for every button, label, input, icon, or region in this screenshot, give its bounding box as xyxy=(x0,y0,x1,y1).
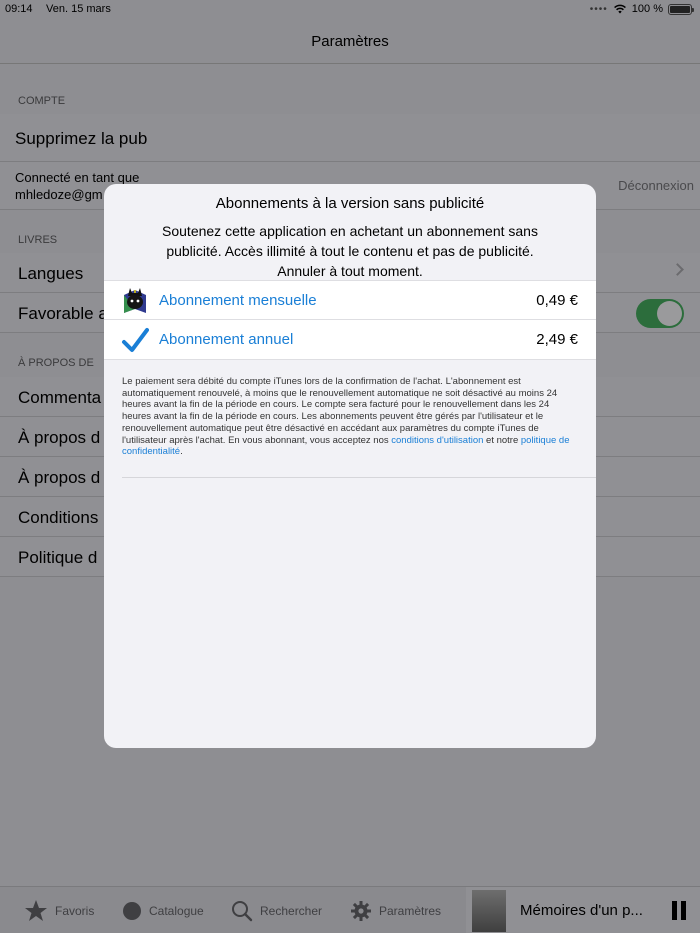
now-playing-bar[interactable]: Mémoires d'un p... xyxy=(466,887,700,933)
circle-icon xyxy=(123,901,141,920)
plan-annual-price: 2,49 € xyxy=(536,331,578,348)
wifi-icon xyxy=(613,4,626,14)
conditions-label: Conditions xyxy=(18,508,99,527)
connected-as-label: Connecté en tant que xyxy=(15,170,140,185)
section-header-compte: COMPTE xyxy=(18,95,66,107)
remove-ads-row[interactable]: Supprimez la pub xyxy=(0,114,700,162)
status-time: 09:14 xyxy=(5,3,33,15)
status-bar: 09:14 Ven. 15 mars •••• 100 % xyxy=(0,0,700,20)
book-cover-thumbnail xyxy=(472,890,506,932)
politique-label: Politique d xyxy=(18,548,98,567)
logout-button[interactable]: Déconnexion xyxy=(618,178,694,193)
legal-text: Le paiement sera débité du compte iTunes… xyxy=(122,376,574,458)
about-label-1: À propos d xyxy=(18,428,101,447)
tab-rechercher[interactable]: Rechercher xyxy=(231,887,322,933)
app-logo-icon xyxy=(124,288,146,313)
tab-parametres[interactable]: Paramètres xyxy=(350,887,441,933)
tab-rechercher-label: Rechercher xyxy=(260,903,323,918)
about-label-2: À propos d xyxy=(18,468,101,487)
search-icon xyxy=(232,900,253,921)
checkmark-icon xyxy=(122,328,149,352)
subscription-modal: Abonnements à la version sans publicité … xyxy=(104,184,596,748)
gear-icon xyxy=(351,900,371,921)
modal-title: Abonnements à la version sans publicité xyxy=(215,195,485,212)
legal-end: . xyxy=(180,446,183,458)
languages-label: Langues xyxy=(18,264,84,283)
section-header-about: À PROPOS DE xyxy=(18,357,94,369)
legal-divider xyxy=(122,477,596,478)
legal-and: et notre xyxy=(486,434,519,446)
now-playing-title: Mémoires d'un p... xyxy=(520,902,643,919)
favorable-label: Favorable a xyxy=(18,304,108,323)
tab-catalogue[interactable]: Catalogue xyxy=(122,887,204,933)
plan-monthly-name: Abonnement mensuelle xyxy=(159,292,317,309)
tab-bar: Favoris Catalogue Rechercher Paramètres … xyxy=(0,886,700,933)
battery-percent: 100 % xyxy=(631,3,663,15)
modal-description: Soutenez cette application en achetant u… xyxy=(162,223,538,279)
comments-label: Commenta xyxy=(18,388,102,407)
tab-favoris[interactable]: Favoris xyxy=(24,887,94,933)
plan-monthly[interactable]: Abonnement mensuelle 0,49 € xyxy=(104,280,596,320)
section-header-livres: LIVRES xyxy=(18,234,58,246)
terms-link[interactable]: conditions d'utilisation xyxy=(391,435,483,446)
favorable-toggle[interactable] xyxy=(636,299,684,328)
plan-annual[interactable]: Abonnement annuel 2,49 € xyxy=(104,320,596,360)
pause-button[interactable] xyxy=(672,901,686,920)
tab-parametres-label: Paramètres xyxy=(379,903,442,918)
page-title: Paramètres xyxy=(311,33,389,50)
navigation-bar: Paramètres xyxy=(0,20,700,64)
plan-monthly-price: 0,49 € xyxy=(536,292,578,309)
signal-dots-icon: •••• xyxy=(589,3,608,15)
tab-catalogue-label: Catalogue xyxy=(149,903,204,918)
tab-favoris-label: Favoris xyxy=(55,903,95,918)
plan-annual-name: Abonnement annuel xyxy=(159,331,294,348)
star-icon xyxy=(25,900,47,921)
status-right: •••• 100 % xyxy=(589,3,694,15)
chevron-right-icon xyxy=(671,263,684,276)
status-date: Ven. 15 mars xyxy=(46,3,111,15)
battery-icon xyxy=(668,3,694,15)
account-email: mhledoze@gm xyxy=(15,187,103,202)
remove-ads-label: Supprimez la pub xyxy=(15,129,148,148)
